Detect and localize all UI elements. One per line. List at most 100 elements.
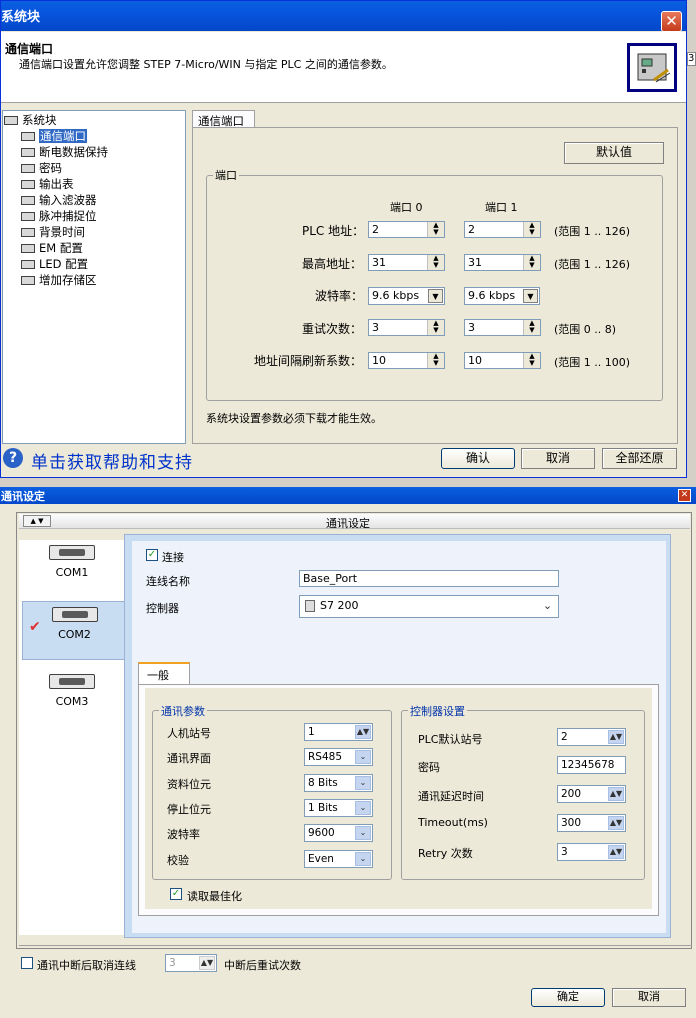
settings-tree: 系统块 通信端口 断电数据保持 密码 输出表 输入滤波器 脉冲捕捉位 背景时间 … (2, 110, 186, 444)
controller-settings-title: 控制器设置 (408, 703, 467, 719)
confirm-button[interactable]: 确认 (441, 448, 515, 469)
tree-item-em-config[interactable]: EM 配置 (21, 240, 83, 256)
baud-rate-label: 波特率： (315, 289, 364, 303)
dropdown-arrow-icon[interactable]: ⌄ (355, 852, 371, 866)
retry-spinner[interactable]: 3 ▲▼ (557, 843, 626, 861)
plc-config-icon (627, 43, 677, 92)
tree-item-background-time[interactable]: 背景时间 (21, 224, 85, 240)
spinner-icon[interactable]: ▲▼ (427, 353, 444, 368)
collapse-icon[interactable]: ▲ ▼ (23, 515, 51, 527)
cancel-button[interactable]: 取消 (612, 988, 686, 1007)
com1-label: COM1 (55, 566, 89, 579)
port1-baud-select[interactable]: 9.6 kbps ▼ (464, 287, 540, 305)
spinner-icon[interactable]: ▲▼ (608, 816, 624, 830)
highest-address-label: 最高地址： (302, 257, 363, 271)
spinner-icon[interactable]: ▲▼ (523, 320, 540, 335)
help-icon[interactable]: ? (3, 448, 23, 468)
parity-select[interactable]: Even ⌄ (304, 850, 373, 868)
cancel-button[interactable]: 取消 (521, 448, 595, 469)
spinner-icon[interactable]: ▲▼ (427, 320, 444, 335)
default-values-button[interactable]: 默认值 (564, 142, 664, 164)
background-window-fragment: 3 (687, 52, 696, 66)
baud-select[interactable]: 9600 ⌄ (304, 824, 373, 842)
dropdown-arrow-icon[interactable]: ▼ (523, 289, 538, 303)
spinner-icon[interactable]: ▲▼ (608, 787, 624, 801)
password-input[interactable]: 12345678 (557, 756, 626, 774)
tree-item-retentive[interactable]: 断电数据保持 (21, 144, 108, 160)
retry-count-range: (范围 0 .. 8) (554, 323, 617, 336)
port0-baud-select[interactable]: 9.6 kbps ▼ (368, 287, 445, 305)
interface-select[interactable]: RS485 ⌄ (304, 748, 373, 766)
port-group-title: 端口 (213, 167, 239, 183)
tab-general[interactable]: 一般 (138, 662, 190, 684)
spinner-icon[interactable]: ▲▼ (608, 730, 624, 744)
dropdown-arrow-icon[interactable]: ▼ (428, 289, 443, 303)
conn-name-input[interactable]: Base_Port (299, 570, 559, 587)
tree-item-password[interactable]: 密码 (21, 160, 62, 176)
cancel-conn-checkbox[interactable] (21, 957, 33, 969)
restore-all-button[interactable]: 全部还原 (602, 448, 677, 469)
com1-item[interactable]: COM1 (19, 540, 125, 602)
port0-gap-factor[interactable]: 10 ▲ ▼ (368, 352, 445, 369)
highest-address-range: (范围 1 .. 126) (554, 258, 631, 271)
port0-plc-address[interactable]: 2 ▲ ▼ (368, 221, 445, 238)
node-icon (21, 276, 35, 285)
stop-bits-select[interactable]: 1 Bits ⌄ (304, 799, 373, 817)
spinner-icon[interactable]: ▲▼ (355, 725, 371, 739)
tree-root[interactable]: 系统块 (4, 112, 57, 128)
timeout-spinner[interactable]: 300 ▲▼ (557, 814, 626, 832)
port1-gap-factor[interactable]: 10 ▲ ▼ (464, 352, 541, 369)
conn-name-label: 连线名称 (146, 575, 190, 588)
optimize-read-checkbox[interactable]: ✓ (170, 888, 182, 900)
hmi-station-spinner[interactable]: 1 ▲▼ (304, 723, 373, 741)
serial-port-icon (49, 674, 95, 689)
port0-retry-count[interactable]: 3 ▲ ▼ (368, 319, 445, 336)
com3-item[interactable]: COM3 (19, 669, 125, 731)
spinner-icon[interactable]: ▲▼ (523, 222, 540, 237)
tree-item-led-config[interactable]: LED 配置 (21, 256, 88, 272)
tree-item-output-table[interactable]: 输出表 (21, 176, 74, 192)
plc-default-station-spinner[interactable]: 2 ▲▼ (557, 728, 626, 746)
dropdown-arrow-icon[interactable]: ⌄ (540, 599, 555, 614)
spinner-icon: ▲▼ (199, 956, 215, 970)
dropdown-arrow-icon[interactable]: ⌄ (355, 826, 371, 840)
comm-delay-spinner[interactable]: 200 ▲▼ (557, 785, 626, 803)
controller-label: 控制器 (146, 602, 179, 615)
close-icon[interactable]: ✕ (678, 489, 691, 502)
close-icon[interactable]: ✕ (661, 11, 682, 32)
tree-item-comm-port[interactable]: 通信端口 (21, 128, 87, 144)
spinner-icon[interactable]: ▲▼ (608, 845, 624, 859)
gap-factor-label: 地址间隔刷新系数： (254, 354, 363, 368)
help-link[interactable]: 单击获取帮助和支持 (31, 448, 193, 473)
com2-label: COM2 (58, 628, 91, 641)
data-bits-select[interactable]: 8 Bits ⌄ (304, 774, 373, 792)
ok-button[interactable]: 确定 (531, 988, 605, 1007)
spinner-icon[interactable]: ▲▼ (427, 222, 444, 237)
data-bits-label: 资料位元 (167, 778, 211, 791)
spinner-icon[interactable]: ▲▼ (523, 255, 540, 270)
com2-item[interactable]: COM2 ✔ (22, 601, 126, 660)
controller-select[interactable]: S7 200 ⌄ (299, 595, 559, 618)
tree-item-add-memory[interactable]: 增加存储区 (21, 272, 97, 288)
baud-label: 波特率 (167, 828, 200, 841)
dropdown-arrow-icon[interactable]: ⌄ (355, 801, 371, 815)
node-icon (21, 196, 35, 205)
port0-header: 端口 0 (390, 201, 423, 214)
header-title: 通信端口 (5, 42, 54, 56)
dropdown-arrow-icon[interactable]: ⌄ (355, 776, 371, 790)
retry-count-label: 重试次数： (302, 322, 363, 336)
stop-bits-label: 停止位元 (167, 803, 211, 816)
spinner-icon[interactable]: ▲▼ (427, 255, 444, 270)
connect-checkbox[interactable]: ✓ (146, 549, 158, 561)
download-note: 系统块设置参数必须下载才能生效。 (206, 412, 382, 425)
tree-item-pulse-catch[interactable]: 脉冲捕捉位 (21, 208, 97, 224)
port1-plc-address[interactable]: 2 ▲ ▼ (464, 221, 541, 238)
port1-retry-count[interactable]: 3 ▲ ▼ (464, 319, 541, 336)
connect-label: 连接 (162, 551, 184, 564)
port1-highest-address[interactable]: 31 ▲ ▼ (464, 254, 541, 271)
dropdown-arrow-icon[interactable]: ⌄ (355, 750, 371, 764)
retry-after-break-label: 中断后重试次数 (224, 959, 301, 972)
spinner-icon[interactable]: ▲▼ (523, 353, 540, 368)
tree-item-input-filter[interactable]: 输入滤波器 (21, 192, 97, 208)
port0-highest-address[interactable]: 31 ▲ ▼ (368, 254, 445, 271)
